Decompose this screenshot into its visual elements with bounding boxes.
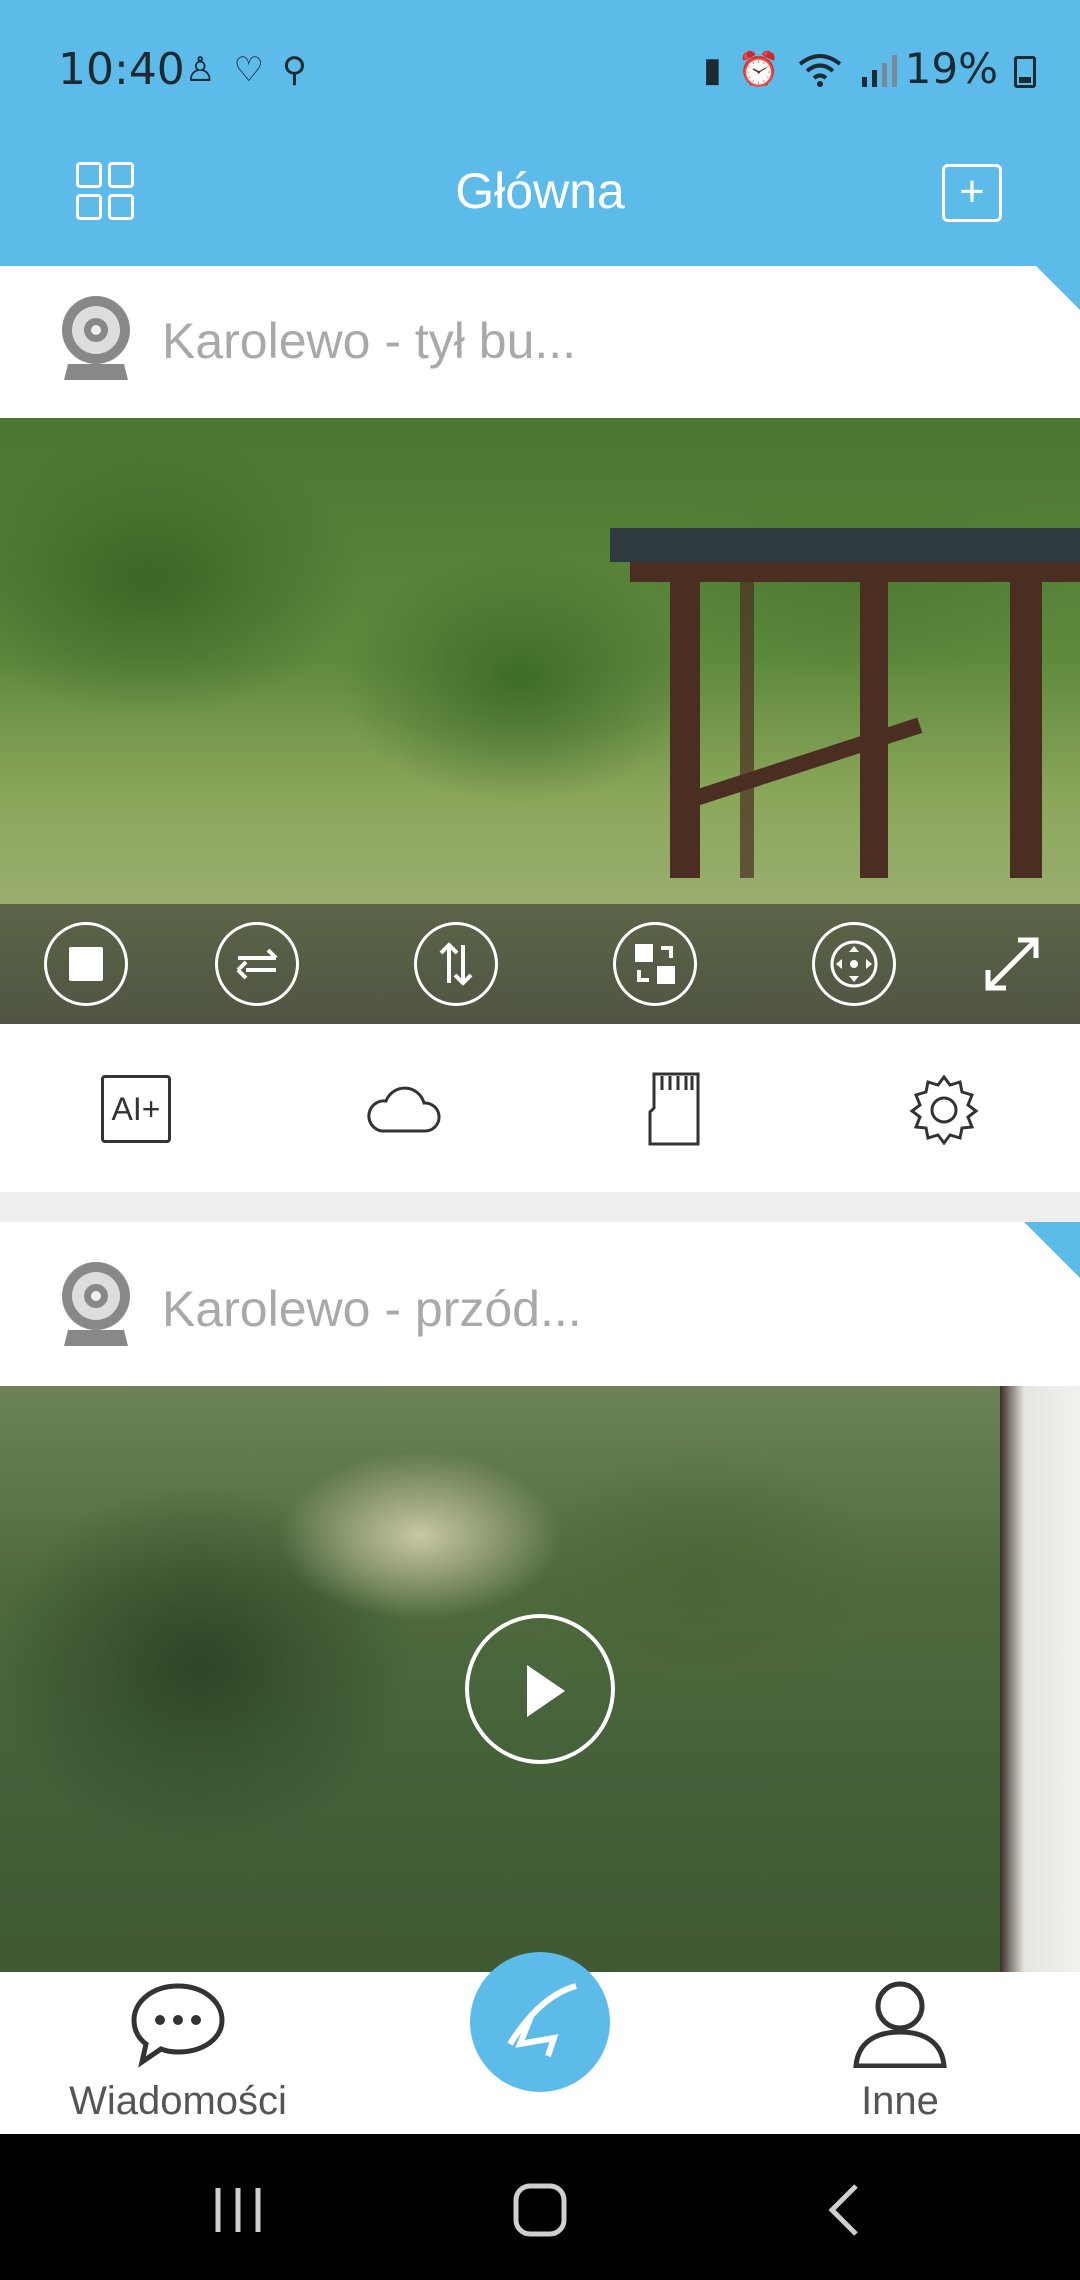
recent-apps-icon[interactable] <box>210 2182 266 2238</box>
battery-percent: 19% <box>904 44 998 93</box>
wifi-icon <box>798 54 842 87</box>
add-device-icon[interactable]: + <box>942 164 1002 222</box>
mobile-app-icon: ♙ <box>185 51 216 89</box>
stop-icon[interactable] <box>44 922 128 1006</box>
battery-saver-icon: ▮ <box>702 51 722 89</box>
alarm-icon: ⏰ <box>737 51 780 89</box>
camera-card: Karolewo - tył bu... AI+ <box>0 266 1080 1192</box>
sd-card-icon[interactable] <box>634 1072 714 1146</box>
location-icon: ⚲ <box>281 51 307 89</box>
camera-card-header[interactable]: Karolewo - tył bu... <box>0 266 1080 418</box>
heart-icon: ♡ <box>233 51 264 89</box>
cloud-icon[interactable] <box>364 1072 444 1146</box>
camera-name: Karolewo - przód... <box>162 1281 582 1337</box>
nav-other[interactable]: Inne <box>830 1980 970 2124</box>
shed-wall-image <box>1000 1386 1080 1972</box>
status-left-icons: ♙ ♡ ⚲ <box>185 50 307 90</box>
chat-bubble-icon <box>131 1983 225 2068</box>
page-title: Główna <box>455 163 625 219</box>
back-icon[interactable] <box>818 2182 874 2238</box>
camera-icon <box>62 296 130 380</box>
battery-icon <box>1014 56 1036 88</box>
swap-vertical-icon[interactable] <box>414 922 498 1006</box>
ptz-icon[interactable] <box>812 922 896 1006</box>
camera-card-header[interactable]: Karolewo - przód... <box>0 1222 1080 1386</box>
fullscreen-icon[interactable] <box>980 932 1044 996</box>
settings-icon[interactable] <box>904 1072 984 1146</box>
camera-icon <box>62 1262 130 1346</box>
camera-preview[interactable] <box>0 1386 1080 1972</box>
nav-messages[interactable]: Wiadomości <box>58 1980 298 2124</box>
toggle-view-icon[interactable] <box>613 922 697 1006</box>
home-logo-icon[interactable] <box>470 1952 610 2092</box>
status-time: 10:40 <box>58 44 185 95</box>
status-bar: 10:40 ♙ ♡ ⚲ ▮ ⏰ 19% <box>0 0 1080 140</box>
status-right-icons: ▮ ⏰ <box>703 50 900 90</box>
card-divider <box>0 1192 1080 1222</box>
camera-live-view[interactable] <box>0 418 1080 1024</box>
user-icon <box>853 1981 947 2069</box>
share-corner-tag <box>1036 266 1080 310</box>
camera-name: Karolewo - tył bu... <box>162 313 577 369</box>
app-header: Główna + <box>0 140 1080 266</box>
nav-messages-label: Wiadomości <box>69 2079 287 2123</box>
system-navigation-bar <box>0 2134 1080 2280</box>
video-controls-bar <box>0 904 1080 1024</box>
share-corner-tag <box>1024 1222 1080 1278</box>
play-icon[interactable] <box>465 1614 615 1764</box>
ai-plus-label: AI+ <box>101 1075 171 1143</box>
swap-horizontal-icon[interactable] <box>215 922 299 1006</box>
nav-other-label: Inne <box>861 2079 939 2123</box>
camera-card: Karolewo - przód... <box>0 1222 1080 1972</box>
home-icon[interactable] <box>512 2182 568 2238</box>
pergola-image <box>610 528 1080 878</box>
ai-plus-icon[interactable]: AI+ <box>96 1072 176 1146</box>
camera-toolbar: AI+ <box>0 1024 1080 1190</box>
signal-icon <box>862 55 897 87</box>
bottom-navigation: Wiadomości Inne <box>0 1952 1080 2134</box>
